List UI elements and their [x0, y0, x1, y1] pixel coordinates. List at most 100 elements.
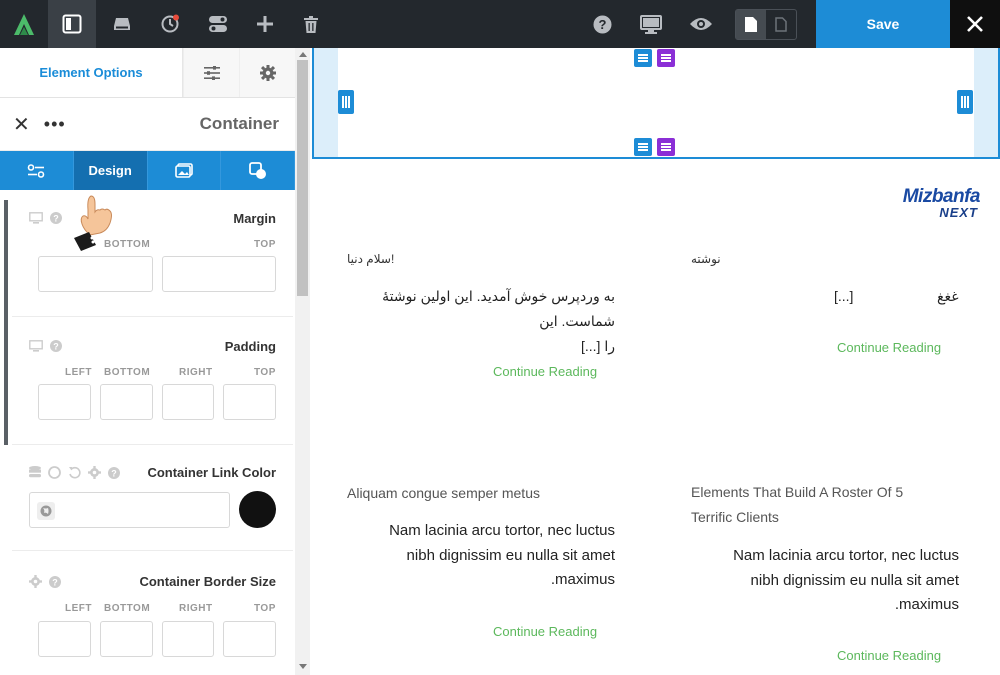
post-title[interactable]: Aliquam congue semper metus: [347, 485, 540, 501]
column-handle-icon[interactable]: [657, 49, 675, 67]
excerpt-line: به وردپرس خوش آمدید. این اولین نوشتهٔ شم…: [382, 288, 615, 329]
border-bottom-input[interactable]: [100, 621, 153, 657]
circle-icon[interactable]: [48, 466, 61, 479]
post-title[interactable]: نوشته: [691, 252, 721, 266]
database-icon[interactable]: [29, 466, 41, 479]
selected-container[interactable]: [312, 48, 1000, 159]
excerpt-line: maximus.: [894, 596, 959, 613]
excerpt-line: nibh dignissim eu nulla sit amet: [406, 546, 615, 564]
column-handle-icon[interactable]: [657, 138, 675, 156]
border-top-label: TOP: [254, 603, 276, 614]
border-right-input[interactable]: [162, 621, 214, 657]
padding-bottom-input[interactable]: [100, 384, 153, 420]
close-element-icon[interactable]: ✕: [13, 112, 30, 137]
design-panel: ? Margin BOTTOM TOP ? Padding LEFT BOTTO…: [0, 190, 295, 675]
page-canvas: Mizbanfa NEXT سلام دنیا! به وردپرس خوش آ…: [310, 48, 1000, 675]
post-title[interactable]: Elements That Build A Roster Of 5 Terrif…: [691, 480, 903, 530]
globe-icon[interactable]: [37, 502, 55, 520]
row-handle-icon[interactable]: [634, 49, 652, 67]
trash-icon[interactable]: [290, 0, 332, 48]
scroll-up-icon[interactable]: [299, 52, 307, 57]
sliders-icon[interactable]: [183, 48, 239, 97]
background-icon[interactable]: [148, 151, 222, 190]
padding-left-input[interactable]: [38, 384, 91, 420]
builder-app: ? Save Element Options ✕ ••• Container D…: [0, 0, 1000, 675]
padding-right-label: RIGHT: [179, 367, 213, 378]
excerpt-line: Nam lacinia arcu tortor, nec luctus: [733, 547, 959, 564]
plus-icon[interactable]: [244, 0, 286, 48]
post-excerpt: به وردپرس خوش آمدید. این اولین نوشتهٔ شم…: [325, 284, 615, 359]
margin-title: Margin: [233, 211, 276, 226]
scroll-thumb[interactable]: [297, 60, 308, 296]
sidebar-toggle-icon[interactable]: [48, 0, 96, 48]
title-line: Elements That Build A Roster Of 5: [691, 484, 904, 500]
border-right-label: RIGHT: [179, 603, 213, 614]
drive-icon[interactable]: [100, 0, 144, 48]
element-title: Container: [199, 114, 279, 133]
reset-icon[interactable]: [68, 466, 81, 479]
tab-element-options[interactable]: Element Options: [0, 48, 183, 97]
link-color-swatch[interactable]: [239, 491, 276, 528]
tab-design[interactable]: Design: [73, 151, 148, 190]
padding-right-input[interactable]: [162, 384, 214, 420]
help-icon[interactable]: ?: [50, 340, 62, 352]
more-options-icon[interactable]: •••: [44, 114, 66, 135]
effects-icon[interactable]: [221, 151, 295, 190]
border-size-section: ? Container Border Size LEFT BOTTOM RIGH…: [12, 551, 293, 675]
padding-title: Padding: [224, 339, 276, 354]
padding-bottom-label: BOTTOM: [104, 367, 151, 378]
scroll-down-icon[interactable]: [299, 664, 307, 669]
padding-section: ? Padding LEFT BOTTOM RIGHT TOP: [12, 317, 293, 445]
close-icon[interactable]: [950, 0, 1000, 48]
svg-text:?: ?: [53, 214, 59, 224]
gear-icon[interactable]: [239, 48, 295, 97]
post-title[interactable]: سلام دنیا!: [347, 252, 394, 266]
continue-reading-link[interactable]: Continue Reading: [837, 340, 941, 355]
resize-left-handle-icon[interactable]: [338, 90, 354, 114]
continue-reading-link[interactable]: Continue Reading: [837, 648, 941, 663]
title-line: Terrific Clients: [691, 509, 779, 525]
general-settings-icon[interactable]: [0, 151, 74, 190]
logo-subtext: NEXT: [939, 205, 978, 220]
margin-top-input[interactable]: [162, 256, 276, 292]
page-view-toggle: [735, 9, 797, 40]
desktop-icon[interactable]: [630, 0, 672, 48]
page-icon[interactable]: [736, 10, 766, 39]
svg-text:?: ?: [53, 342, 59, 352]
border-left-input[interactable]: [38, 621, 91, 657]
layout-toggle-icon[interactable]: [196, 0, 240, 48]
padding-top-label: TOP: [254, 367, 276, 378]
link-color-input[interactable]: [29, 492, 230, 528]
svg-text:?: ?: [52, 577, 58, 587]
margin-top-label: TOP: [254, 239, 276, 250]
excerpt-line: nibh dignissim eu nulla sit amet: [750, 571, 959, 589]
border-bottom-label: BOTTOM: [104, 603, 151, 614]
margin-bottom-input[interactable]: [38, 256, 153, 292]
padding-top-input[interactable]: [223, 384, 276, 420]
element-options-sidebar: Element Options ✕ ••• Container Design ?…: [0, 48, 310, 675]
help-icon[interactable]: ?: [108, 466, 120, 479]
eye-icon[interactable]: [680, 0, 722, 48]
border-top-input[interactable]: [223, 621, 276, 657]
sidebar-scrollbar[interactable]: [295, 48, 310, 675]
svg-text:?: ?: [598, 17, 606, 32]
history-icon[interactable]: [148, 0, 192, 48]
gear-icon[interactable]: [29, 575, 42, 588]
continue-reading-link[interactable]: Continue Reading: [493, 624, 597, 639]
row-handle-icon[interactable]: [634, 138, 652, 156]
help-icon[interactable]: ?: [50, 212, 62, 224]
builder-logo[interactable]: [0, 0, 48, 48]
padding-left-label: LEFT: [65, 367, 92, 378]
desktop-icon[interactable]: [29, 340, 43, 352]
resize-right-handle-icon[interactable]: [957, 90, 973, 114]
page-outline-icon[interactable]: [766, 10, 796, 39]
desktop-icon[interactable]: [29, 212, 43, 224]
help-icon[interactable]: ?: [582, 0, 622, 48]
help-icon[interactable]: ?: [49, 575, 61, 588]
link-color-title: Container Link Color: [147, 465, 276, 480]
container-padding-right: [974, 48, 998, 157]
element-subtabs: Design: [0, 151, 295, 190]
save-button[interactable]: Save: [816, 0, 950, 48]
continue-reading-link[interactable]: Continue Reading: [493, 364, 597, 379]
gear-icon[interactable]: [88, 466, 101, 479]
